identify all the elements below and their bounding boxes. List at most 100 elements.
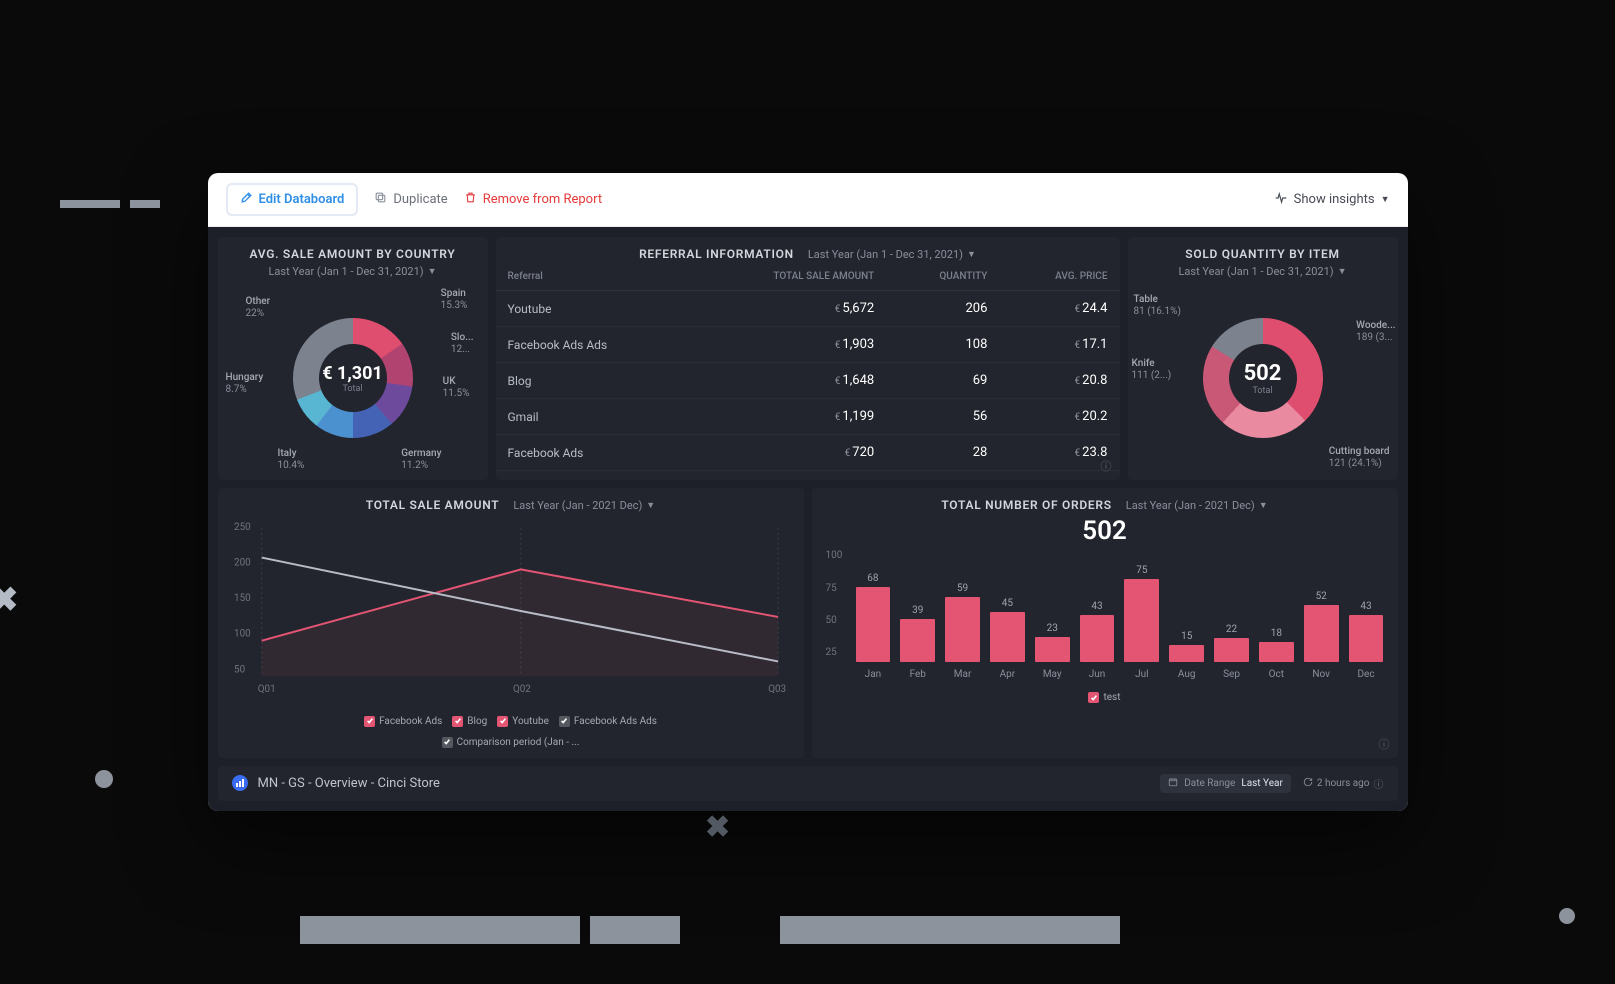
bar-rect (900, 619, 935, 662)
svg-text:250: 250 (234, 522, 251, 533)
bg-decor (1559, 908, 1575, 924)
info-icon[interactable]: ⓘ (1101, 458, 1112, 474)
duplicate-button[interactable]: Duplicate (374, 191, 447, 208)
col-header[interactable]: Referral (496, 263, 690, 291)
cell-total: €1,903 (690, 327, 886, 363)
date-range-selector[interactable]: Last Year (Jan 1 - Dec 31, 2021) ▼ (268, 265, 436, 278)
chart-legend: Facebook Ads Blog Youtube Facebook Ads A… (218, 710, 804, 758)
legend-item-yt[interactable]: Youtube (497, 716, 549, 727)
donut-total-label: Total (342, 384, 362, 394)
pencil-icon (240, 191, 253, 208)
bg-decor (130, 200, 160, 208)
bar-value: 15 (1181, 631, 1192, 642)
bar-rect (1169, 645, 1204, 662)
cell-avg: €24.4 (999, 291, 1119, 327)
show-insights-button[interactable]: Show insights ▼ (1274, 191, 1390, 209)
date-range-selector[interactable]: Last Year (Jan 1 - Dec 31, 2021) ▼ (1178, 265, 1346, 278)
legend-item-fb2[interactable]: Facebook Ads Ads (559, 716, 657, 727)
trash-icon (464, 191, 477, 208)
date-range-selector[interactable]: Last Year (Jan - 2021 Dec) ▼ (1126, 499, 1268, 512)
copy-icon (374, 191, 387, 208)
cell-qty: 69 (886, 363, 999, 399)
cell-avg: €17.1 (999, 327, 1119, 363)
svg-text:50: 50 (234, 665, 245, 676)
bar-column[interactable]: 68Jan (856, 573, 891, 680)
cell-name: Gmail (496, 399, 690, 435)
insights-label: Show insights (1294, 192, 1375, 207)
svg-text:Q02: Q02 (512, 685, 530, 696)
bg-decor (60, 200, 120, 208)
duplicate-label: Duplicate (393, 192, 447, 207)
bg-decor (780, 916, 1120, 944)
bar-label: Feb (910, 669, 926, 680)
date-range-selector[interactable]: Last Year (Jan 1 - Dec 31, 2021) ▼ (808, 248, 976, 261)
legend-item-fb[interactable]: Facebook Ads (364, 716, 442, 727)
bar-label: Oct (1269, 669, 1284, 680)
cell-name: Facebook Ads (496, 435, 690, 471)
remove-button[interactable]: Remove from Report (464, 191, 602, 208)
bar-column[interactable]: 22Sep (1214, 624, 1249, 680)
bar-label: Mar (954, 669, 972, 680)
donut-chart-country: € 1,301 Total (293, 318, 413, 438)
cell-qty: 56 (886, 399, 999, 435)
bar-column[interactable]: 39Feb (900, 605, 935, 680)
bar-label: Jul (1135, 669, 1148, 680)
refresh-timestamp[interactable]: 2 hours ago ⓘ (1303, 776, 1384, 791)
bar-column[interactable]: 43Jun (1080, 601, 1115, 680)
bar-label: Sep (1223, 669, 1240, 680)
bar-column[interactable]: 75Jul (1124, 565, 1159, 680)
legend-item-blog[interactable]: Blog (452, 716, 487, 727)
chevron-down-icon: ▼ (646, 500, 655, 511)
panel-referral-info: REFERRAL INFORMATION Last Year (Jan 1 - … (496, 237, 1120, 480)
cell-total: €720 (690, 435, 886, 471)
bar-column[interactable]: 18Oct (1259, 628, 1294, 680)
table-row[interactable]: Blog€1,64869€20.8 (496, 363, 1120, 399)
bar-value: 23 (1047, 623, 1058, 634)
remove-label: Remove from Report (483, 192, 602, 207)
table-row[interactable]: Youtube€5,672206€24.4 (496, 291, 1120, 327)
cell-total: €1,648 (690, 363, 886, 399)
col-header[interactable]: QUANTITY (886, 263, 999, 291)
panel-title: AVG. SALE AMOUNT BY COUNTRY (250, 247, 456, 261)
cell-avg: €20.2 (999, 399, 1119, 435)
refresh-icon (1303, 777, 1313, 790)
cell-total: €5,672 (690, 291, 886, 327)
chevron-down-icon: ▼ (967, 249, 976, 260)
orders-total: 502 (812, 514, 1398, 550)
bar-rect (1214, 638, 1249, 662)
cell-total: €1,199 (690, 399, 886, 435)
svg-text:200: 200 (234, 558, 251, 569)
date-range-pill[interactable]: Date Range Last Year (1160, 774, 1291, 793)
table-row[interactable]: Gmail€1,19956€20.2 (496, 399, 1120, 435)
bg-decor (300, 916, 580, 944)
bar-column[interactable]: 59Mar (945, 583, 980, 680)
bar-column[interactable]: 43Dec (1349, 601, 1384, 680)
chevron-down-icon: ▼ (1381, 194, 1390, 205)
panel-total-sale-amount: TOTAL SALE AMOUNT Last Year (Jan - 2021 … (218, 488, 804, 757)
bar-rect (945, 597, 980, 662)
legend-item-comp[interactable]: Comparison period (Jan - ... (228, 737, 794, 748)
bg-decor (590, 916, 680, 944)
date-range-selector[interactable]: Last Year (Jan - 2021 Dec) ▼ (513, 499, 655, 512)
bar-column[interactable]: 23May (1035, 623, 1070, 680)
bar-rect (990, 612, 1025, 662)
panel-title: TOTAL SALE AMOUNT (366, 498, 500, 512)
calendar-icon (1168, 777, 1178, 790)
bar-label: Nov (1312, 669, 1330, 680)
info-icon[interactable]: ⓘ (1374, 776, 1384, 791)
bar-column[interactable]: 15Aug (1169, 631, 1204, 680)
col-header[interactable]: TOTAL SALE AMOUNT (690, 263, 886, 291)
bar-rect (1349, 615, 1384, 662)
bar-rect (1124, 579, 1159, 662)
panel-title: REFERRAL INFORMATION (639, 247, 794, 261)
bg-decor (95, 770, 113, 788)
legend-item-test[interactable]: test (1088, 692, 1120, 703)
panel-total-orders: TOTAL NUMBER OF ORDERS Last Year (Jan - … (812, 488, 1398, 757)
table-row[interactable]: Facebook Ads Ads€1,903108€17.1 (496, 327, 1120, 363)
bar-column[interactable]: 45Apr (990, 598, 1025, 680)
edit-databoard-button[interactable]: Edit Databoard (226, 183, 359, 216)
bar-column[interactable]: 52Nov (1304, 591, 1339, 680)
table-row[interactable]: Facebook Ads€72028€23.8 (496, 435, 1120, 471)
info-icon[interactable]: ⓘ (1379, 736, 1390, 752)
col-header[interactable]: AVG. PRICE (999, 263, 1119, 291)
